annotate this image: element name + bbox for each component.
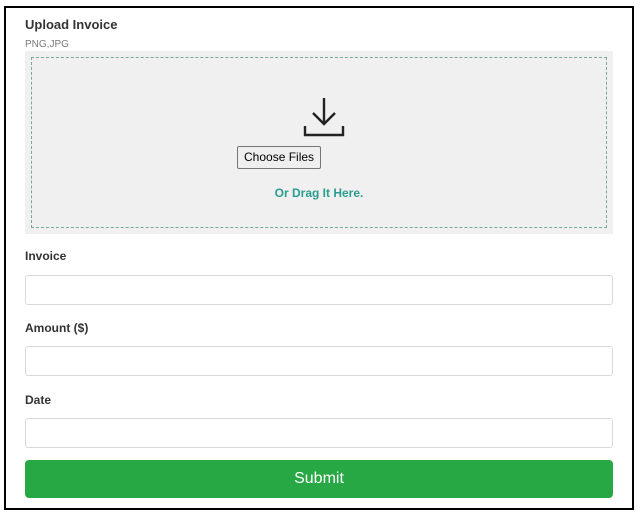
file-dropzone[interactable]: Choose Files Or Drag It Here.: [25, 51, 613, 234]
drag-here-text: Or Drag It Here.: [274, 186, 364, 200]
accepted-formats-hint: PNG,JPG: [25, 39, 69, 50]
choose-files-button[interactable]: Choose Files: [237, 146, 322, 169]
dropzone-dashed-border: Choose Files Or Drag It Here.: [31, 57, 607, 228]
date-input[interactable]: [25, 418, 613, 448]
date-label: Date: [25, 393, 52, 407]
amount-label: Amount ($): [25, 321, 89, 335]
invoice-label: Invoice: [25, 249, 67, 263]
amount-input[interactable]: [25, 346, 613, 376]
submit-button[interactable]: Submit: [25, 460, 613, 498]
upload-title: Upload Invoice: [25, 17, 118, 32]
invoice-input[interactable]: [25, 275, 613, 305]
upload-invoice-form: Upload Invoice PNG,JPG Choose Files Or D…: [4, 6, 634, 510]
download-icon: [303, 98, 345, 137]
